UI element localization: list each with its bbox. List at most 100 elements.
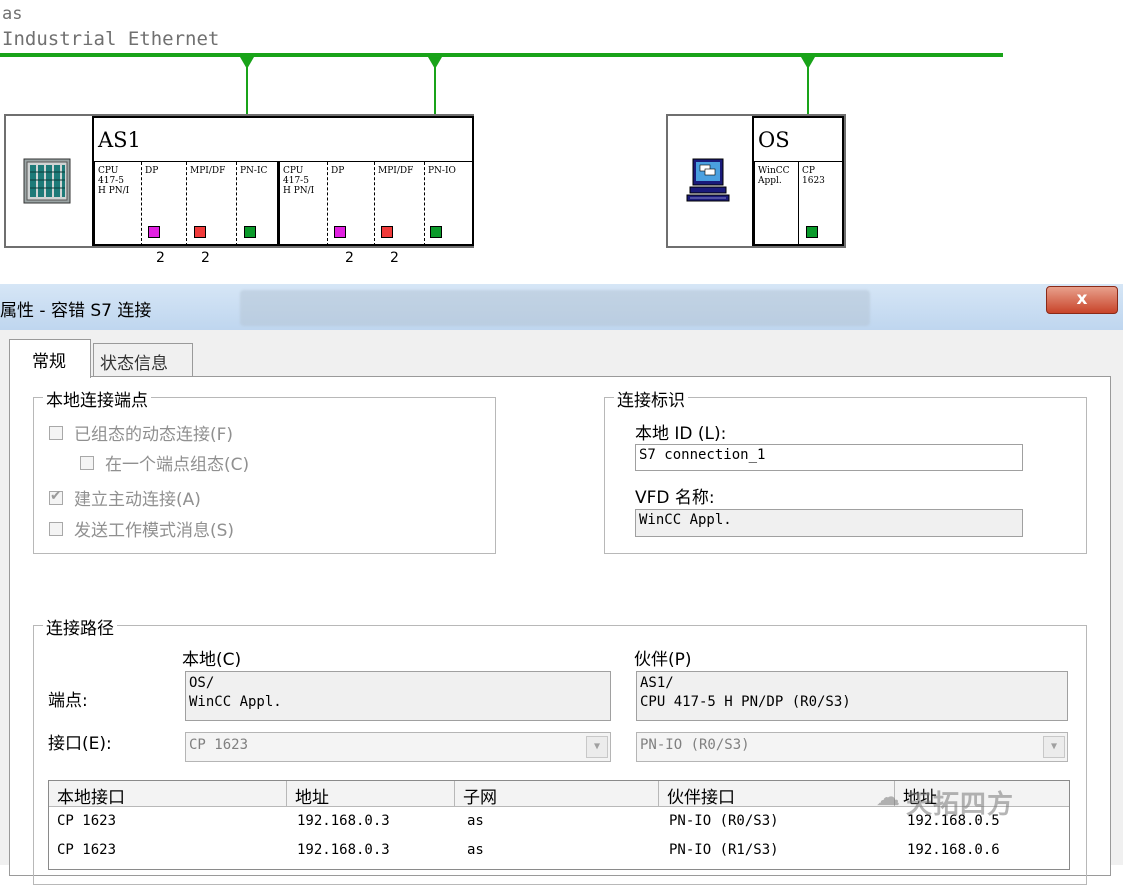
cell-subnet: as <box>467 813 484 829</box>
option-configured-dynamic[interactable]: 已组态的动态连接(F) <box>49 420 233 445</box>
vfd-name-field: WinCC Appl. <box>635 509 1023 537</box>
slot-dp[interactable]: DP <box>327 162 374 246</box>
ethernet-bus[interactable] <box>0 53 1003 57</box>
subnet-type: Industrial Ethernet <box>2 28 220 50</box>
slot-label: MPI/DF <box>378 166 414 176</box>
pn-port-icon[interactable] <box>244 226 256 238</box>
subnet-number: 2 <box>345 250 354 266</box>
tab-label: 状态信息 <box>100 354 168 374</box>
slot-wincc[interactable]: WinCC Appl. <box>754 162 798 246</box>
dialog-title: 属性 - 容错 S7 连接 <box>0 301 152 321</box>
properties-dialog: 属性 - 容错 S7 连接 x 常规 状态信息 本地连接端点 已组态的动态连接(… <box>0 284 1123 885</box>
group-title: 本地连接端点 <box>43 386 151 411</box>
slot-mpi[interactable]: MPI/DF <box>186 162 236 246</box>
option-label: 发送工作模式消息(S) <box>74 521 235 541</box>
cell-partner-address: 192.168.0.6 <box>907 842 1000 858</box>
slot-label: PN-IO <box>428 166 456 176</box>
endpoint-line: WinCC Appl. <box>189 694 282 710</box>
option-active-connection[interactable]: 建立主动连接(A) <box>49 485 201 510</box>
bus-drop-line <box>807 66 809 114</box>
slot-label: PN-IC <box>240 166 268 176</box>
tab-status-info[interactable]: 状态信息 <box>93 343 193 376</box>
group-title: 连接路径 <box>43 614 117 639</box>
cell-partner-interface: PN-IO (R0/S3) <box>669 813 779 829</box>
dialog-titlebar[interactable]: 属性 - 容错 S7 连接 x <box>0 284 1123 330</box>
slot-pn[interactable]: PN-IC <box>236 162 277 246</box>
mpi-port-icon[interactable] <box>194 226 206 238</box>
pn-port-icon[interactable] <box>430 226 442 238</box>
close-button[interactable]: x <box>1046 286 1118 314</box>
subnet-number: 2 <box>156 250 165 266</box>
station-name: AS1 <box>98 128 141 152</box>
local-id-input[interactable]: S7 connection_1 <box>635 444 1023 471</box>
subnet-number: 2 <box>390 250 399 266</box>
station-os[interactable]: OS WinCC Appl. CP 1623 <box>666 114 846 248</box>
cell-local-interface: CP 1623 <box>57 813 117 829</box>
bus-drop-line <box>246 66 248 114</box>
endpoint-label: 端点: <box>48 691 88 711</box>
pn-port-icon[interactable] <box>806 226 818 238</box>
column-header-subnet[interactable]: 子网 <box>455 781 659 808</box>
mpi-port-icon[interactable] <box>381 226 393 238</box>
partner-interface-select[interactable]: PN-IO (R0/S3) ▼ <box>636 732 1068 762</box>
chevron-down-icon[interactable]: ▼ <box>1043 736 1065 758</box>
pc-station-icon <box>686 158 730 202</box>
as1-slots: CPU 417-5 H PN/I DP MPI/DF PN-IC CPU 417… <box>94 162 474 246</box>
dp-port-icon[interactable] <box>148 226 160 238</box>
table-row[interactable]: CP 1623 192.168.0.3 as PN-IO (R1/S3) 192… <box>49 839 1069 867</box>
slot-dp[interactable]: DP <box>141 162 186 246</box>
group-connection-id: 连接标识 本地 ID (L): S7 connection_1 VFD 名称: … <box>604 386 1087 554</box>
column-header-partner-interface[interactable]: 伙伴接口 <box>659 781 895 808</box>
slot-label: WinCC Appl. <box>758 166 790 186</box>
slot-label: CPU 417-5 H PN/I <box>98 166 130 196</box>
dp-port-icon[interactable] <box>334 226 346 238</box>
endpoint-line: OS/ <box>189 675 215 691</box>
partner-column-header: 伙伴(P) <box>634 650 692 670</box>
bus-drop-line <box>434 66 436 114</box>
option-send-mode-messages[interactable]: 发送工作模式消息(S) <box>49 516 234 541</box>
os-module-frame: OS WinCC Appl. CP 1623 <box>752 116 844 246</box>
network-diagram: as Industrial Ethernet AS1 CPU 417-5 H P… <box>0 0 1123 282</box>
option-label: 已组态的动态连接(F) <box>74 425 234 445</box>
slot-label: DP <box>145 166 159 176</box>
slot-label: CP 1623 <box>802 166 825 186</box>
checkbox-icon[interactable] <box>49 425 63 440</box>
plc-rack-icon <box>23 158 71 204</box>
tab-general[interactable]: 常规 <box>9 339 91 378</box>
cell-local-interface: CP 1623 <box>57 842 117 858</box>
local-column-header: 本地(C) <box>182 650 242 670</box>
select-value: PN-IO (R0/S3) <box>640 737 750 753</box>
option-one-endpoint[interactable]: 在一个端点组态(C) <box>80 450 249 475</box>
checkbox-icon[interactable] <box>49 521 63 536</box>
slot-pn[interactable]: PN-IO <box>424 162 474 246</box>
checkbox-icon[interactable] <box>80 455 94 470</box>
select-value: CP 1623 <box>189 737 249 753</box>
slot-mpi[interactable]: MPI/DF <box>374 162 424 246</box>
slot-label: CPU 417-5 H PN/I <box>283 166 315 196</box>
subnet-name: as <box>2 4 23 24</box>
slot-label: MPI/DF <box>190 166 226 176</box>
slot-cpu[interactable]: CPU 417-5 H PN/I <box>277 162 327 246</box>
cell-address: 192.168.0.3 <box>297 842 390 858</box>
partner-endpoint-field: AS1/ CPU 417-5 H PN/DP (R0/S3) <box>636 671 1068 721</box>
station-as1[interactable]: AS1 CPU 417-5 H PN/I DP MPI/DF PN-IC CPU… <box>4 114 474 248</box>
local-id-label: 本地 ID (L): <box>635 424 727 444</box>
cell-partner-interface: PN-IO (R1/S3) <box>669 842 779 858</box>
local-endpoint-field: OS/ WinCC Appl. <box>185 671 611 721</box>
column-header-address[interactable]: 地址 <box>287 781 455 808</box>
column-header-local-interface[interactable]: 本地接口 <box>49 781 287 808</box>
local-interface-select[interactable]: CP 1623 ▼ <box>185 732 611 762</box>
chevron-down-icon[interactable]: ▼ <box>586 736 608 758</box>
vfd-name-label: VFD 名称: <box>635 488 715 508</box>
checkbox-checked-icon[interactable] <box>49 488 63 505</box>
subnet-number: 2 <box>201 250 210 266</box>
cell-subnet: as <box>467 842 484 858</box>
slot-cp[interactable]: CP 1623 <box>798 162 844 246</box>
option-label: 建立主动连接(A) <box>74 490 201 510</box>
endpoint-line: AS1/ <box>640 675 674 691</box>
interface-label: 接口(E): <box>48 734 112 754</box>
group-local-endpoint: 本地连接端点 已组态的动态连接(F) 在一个端点组态(C) 建立主动连接(A) … <box>33 386 496 554</box>
group-title: 连接标识 <box>614 386 688 411</box>
cell-address: 192.168.0.3 <box>297 813 390 829</box>
slot-cpu[interactable]: CPU 417-5 H PN/I <box>94 162 141 246</box>
